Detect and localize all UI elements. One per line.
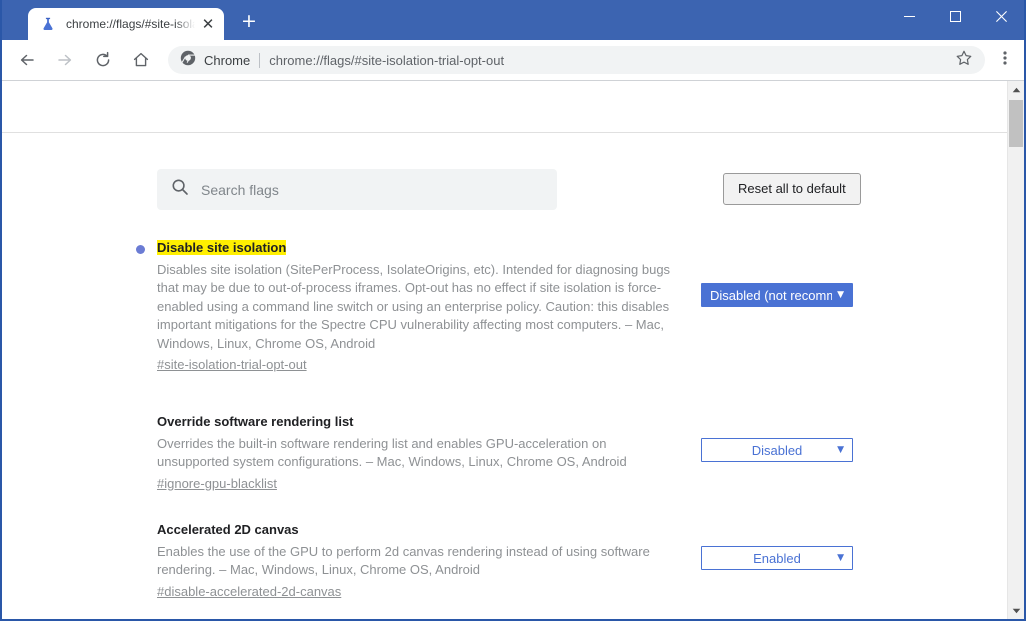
flags-list: Disable site isolation Disables site iso… <box>2 221 1007 619</box>
address-bar[interactable]: Chrome chrome://flags/#site-isolation-tr… <box>168 46 985 74</box>
minimize-button[interactable] <box>886 0 932 32</box>
home-button[interactable] <box>124 43 158 77</box>
omnibox-divider <box>259 52 261 68</box>
flags-header <box>2 81 1007 133</box>
flag-description: Enables the use of the GPU to perform 2d… <box>157 544 650 578</box>
chrome-logo-icon <box>180 50 196 71</box>
scroll-up-button[interactable] <box>1008 81 1024 98</box>
search-input[interactable] <box>201 179 557 200</box>
search-flags-box[interactable] <box>157 169 557 210</box>
reset-all-to-default-button[interactable]: Reset all to default <box>723 173 861 205</box>
flag-select-value: Enabled <box>753 550 801 566</box>
chevron-down-icon <box>1012 608 1020 613</box>
home-icon <box>131 50 151 70</box>
window-controls <box>886 0 1024 32</box>
flag-bullet-icon <box>136 245 145 254</box>
flag-row: Override software rendering list Overrid… <box>2 369 1007 491</box>
chevron-down-icon: ▼ <box>837 552 844 563</box>
chevron-down-icon: ▼ <box>837 444 844 455</box>
new-tab-button[interactable]: + <box>236 8 262 34</box>
flag-description: Disables site isolation (SitePerProcess,… <box>157 262 671 351</box>
chevron-up-icon <box>1012 87 1020 92</box>
content-area: Reset all to default Disable site isolat… <box>2 81 1024 619</box>
tab-title: chrome://flags/#site-isolation-tri <box>66 17 195 31</box>
flag-row: Accelerated 2D canvas Enables the use of… <box>2 477 1007 599</box>
flag-row: Composited render layer borders Renders … <box>2 585 1007 619</box>
chrome-menu-button[interactable] <box>989 43 1021 77</box>
browser-toolbar: Chrome chrome://flags/#site-isolation-tr… <box>2 40 1024 81</box>
back-icon <box>17 50 37 70</box>
flask-icon <box>40 16 56 32</box>
reload-button[interactable] <box>86 43 120 77</box>
flags-page: Reset all to default Disable site isolat… <box>2 81 1007 619</box>
omnibox-url-text: chrome://flags/#site-isolation-trial-opt… <box>269 52 505 68</box>
flag-select[interactable]: Enabled ▼ <box>701 546 853 570</box>
title-bar: chrome://flags/#site-isolation-tri ✕ + <box>2 0 1024 40</box>
flag-select-value: Disabled <box>751 442 803 458</box>
browser-tab[interactable]: chrome://flags/#site-isolation-tri ✕ <box>28 8 224 40</box>
chevron-down-icon: ▼ <box>837 289 844 300</box>
flag-select[interactable]: Disabled (not recomm ▼ <box>701 283 853 307</box>
maximize-button[interactable] <box>932 0 978 32</box>
scroll-down-button[interactable] <box>1008 602 1024 619</box>
vertical-scrollbar[interactable] <box>1007 81 1024 619</box>
scrollbar-thumb[interactable] <box>1009 100 1023 147</box>
flag-title-wrap: Disable site isolation <box>157 239 672 257</box>
reload-icon <box>93 50 113 70</box>
close-button[interactable] <box>978 0 1024 32</box>
search-icon <box>171 178 189 201</box>
flag-select[interactable]: Disabled ▼ <box>701 438 853 462</box>
three-dot-menu-icon <box>997 49 1013 72</box>
back-button[interactable] <box>10 43 44 77</box>
omnibox-scheme-label: Chrome <box>204 52 251 68</box>
bookmark-star-button[interactable] <box>949 45 979 75</box>
flag-title-wrap: Accelerated 2D canvas <box>157 521 672 539</box>
forward-icon <box>55 50 75 70</box>
flag-description: Overrides the built-in software renderin… <box>157 436 627 470</box>
flag-title: Disable site isolation <box>157 240 287 255</box>
flag-title-wrap: Override software rendering list <box>157 413 672 431</box>
forward-button[interactable] <box>48 43 82 77</box>
browser-window: chrome://flags/#site-isolation-tri ✕ + <box>0 0 1026 621</box>
star-icon <box>955 49 973 72</box>
tab-strip: chrome://flags/#site-isolation-tri ✕ + <box>2 0 262 40</box>
close-icon[interactable]: ✕ <box>195 11 221 37</box>
flag-title: Override software rendering list <box>157 414 354 429</box>
flag-select-value: Disabled (not recomm <box>710 287 832 303</box>
flag-title: Accelerated 2D canvas <box>157 522 299 537</box>
flag-row: Disable site isolation Disables site iso… <box>2 221 1007 372</box>
